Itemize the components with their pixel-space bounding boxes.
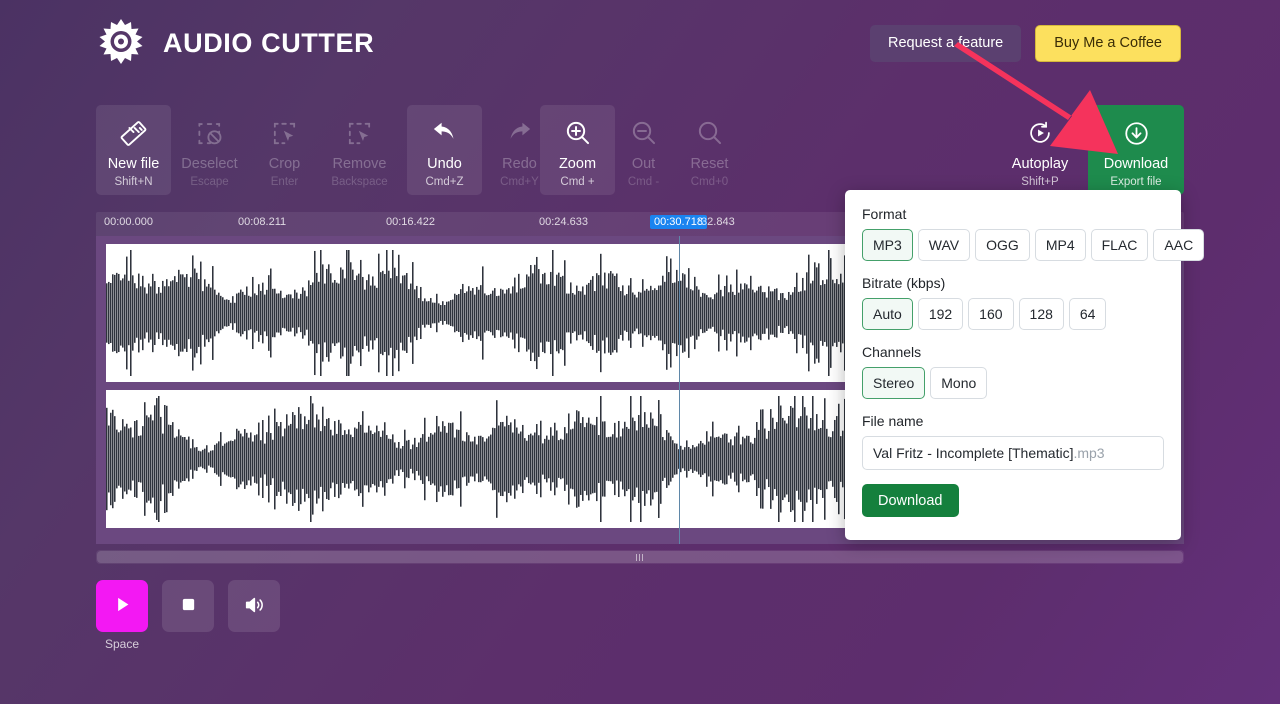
- app-header: AUDIO CUTTER Request a feature Buy Me a …: [0, 0, 1280, 88]
- scrollbar-grip[interactable]: [636, 554, 644, 561]
- zoom-in-icon: [564, 117, 592, 149]
- playhead-cursor[interactable]: [679, 236, 680, 544]
- play-shortcut: Space: [104, 637, 140, 651]
- tool-shortcut: Cmd +: [560, 176, 595, 188]
- tool-new-file[interactable]: New file Shift+N: [96, 105, 171, 195]
- format-option-flac[interactable]: FLAC: [1090, 229, 1149, 261]
- filename-label: File name: [862, 413, 924, 429]
- horizontal-scrollbar[interactable]: [96, 550, 1184, 564]
- autoplay-icon: [1027, 117, 1053, 149]
- transport-controls: Space: [96, 580, 280, 651]
- tool-download[interactable]: Download Export file: [1088, 105, 1184, 195]
- bitrate-option-128[interactable]: 128: [1018, 298, 1064, 330]
- filename-extension: .mp3: [1073, 445, 1105, 461]
- tool-undo[interactable]: Undo Cmd+Z: [407, 105, 482, 195]
- stop-button[interactable]: [162, 580, 214, 632]
- volume-icon: [243, 594, 265, 619]
- tool-shortcut: Cmd+Z: [425, 176, 464, 188]
- timeline-tick: 00:08.211: [238, 216, 287, 228]
- tool-deselect[interactable]: Deselect Escape: [172, 105, 247, 195]
- tool-label: Reset: [690, 156, 729, 172]
- channel-option-mono[interactable]: Mono: [930, 367, 988, 399]
- filename-value: Val Fritz - Incomplete [Thematic]: [873, 445, 1074, 461]
- magnifier-icon: [696, 117, 724, 149]
- bitrate-option-auto[interactable]: Auto: [862, 298, 913, 330]
- tool-label: Autoplay: [1011, 156, 1069, 172]
- tool-label: Crop: [268, 156, 301, 172]
- zoom-out-icon: [630, 117, 658, 149]
- export-settings-panel: Format MP3 WAV OGG MP4 FLAC AAC Bitrate …: [845, 190, 1205, 540]
- timeline-tick: 00:24.633: [539, 216, 588, 228]
- play-icon: [113, 595, 132, 617]
- tool-label: Zoom: [558, 156, 597, 172]
- tool-label: Out: [631, 156, 656, 172]
- timeline-tick: :32.843: [698, 216, 735, 228]
- format-option-wav[interactable]: WAV: [917, 229, 971, 261]
- remove-icon: [346, 117, 373, 149]
- filename-input[interactable]: Val Fritz - Incomplete [Thematic] .mp3: [862, 436, 1164, 470]
- format-options: MP3 WAV OGG MP4 FLAC AAC: [862, 229, 1205, 261]
- ruler-icon: [120, 117, 147, 149]
- undo-arrow-icon: [430, 117, 459, 149]
- header-actions: Request a feature Buy Me a Coffee: [869, 25, 1181, 62]
- tool-zoom-reset[interactable]: Reset Cmd+0: [672, 105, 747, 195]
- tool-shortcut: Enter: [270, 176, 299, 188]
- crop-icon: [271, 117, 298, 149]
- format-option-mp4[interactable]: MP4: [1034, 229, 1086, 261]
- tool-shortcut: Shift+P: [1021, 176, 1059, 188]
- tool-shortcut: Cmd -: [627, 176, 660, 188]
- volume-button[interactable]: [228, 580, 280, 632]
- bitrate-option-192[interactable]: 192: [917, 298, 964, 330]
- bitrate-option-160[interactable]: 160: [968, 298, 1014, 330]
- tool-zoom-in[interactable]: Zoom Cmd +: [540, 105, 615, 195]
- tool-shortcut: Cmd+Y: [500, 176, 539, 188]
- deselect-icon: [196, 117, 223, 149]
- tool-crop[interactable]: Crop Enter: [247, 105, 322, 195]
- stop-icon: [180, 596, 197, 616]
- tool-label: Undo: [427, 156, 462, 172]
- timeline-tick: 00:16.422: [386, 216, 435, 228]
- format-option-ogg[interactable]: OGG: [975, 229, 1030, 261]
- redo-arrow-icon: [505, 117, 534, 149]
- tool-label: Deselect: [181, 156, 238, 172]
- tool-label: Remove: [332, 156, 387, 172]
- app-title: AUDIO CUTTER: [163, 27, 375, 58]
- editor-toolbar: New file Shift+N Deselect Escape Crop En…: [96, 105, 1184, 195]
- bitrate-label: Bitrate (kbps): [862, 275, 946, 291]
- tool-autoplay[interactable]: Autoplay Shift+P: [992, 105, 1088, 195]
- gear-audio-icon: [96, 18, 146, 68]
- tool-shortcut: Cmd+0: [690, 176, 729, 188]
- tool-shortcut: Backspace: [331, 176, 388, 188]
- play-button[interactable]: [96, 580, 148, 632]
- channel-option-stereo[interactable]: Stereo: [862, 367, 926, 399]
- channels-label: Channels: [862, 344, 922, 360]
- buy-me-a-coffee-button[interactable]: Buy Me a Coffee: [1035, 25, 1181, 62]
- filename-field-wrap: Val Fritz - Incomplete [Thematic] .mp3: [862, 436, 1164, 470]
- tool-shortcut: Export file: [1110, 176, 1162, 188]
- format-label: Format: [862, 206, 907, 222]
- channel-options: Stereo Mono: [862, 367, 1164, 399]
- format-option-mp3[interactable]: MP3: [862, 229, 913, 261]
- format-option-aac[interactable]: AAC: [1153, 229, 1205, 261]
- timeline-tick: 00:00.000: [104, 216, 153, 228]
- download-circle-icon: [1123, 117, 1150, 149]
- bitrate-option-64[interactable]: 64: [1068, 298, 1107, 330]
- tool-label: New file: [107, 156, 160, 172]
- tool-shortcut: Escape: [190, 176, 229, 188]
- app-logo: AUDIO CUTTER: [96, 18, 374, 68]
- request-feature-button[interactable]: Request a feature: [869, 25, 1022, 62]
- scrollbar-thumb[interactable]: [97, 551, 1183, 563]
- bitrate-options: Auto 192 160 128 64: [862, 298, 1164, 330]
- tool-remove[interactable]: Remove Backspace: [322, 105, 397, 195]
- panel-download-button[interactable]: Download: [862, 484, 959, 517]
- tool-zoom-out[interactable]: Out Cmd -: [606, 105, 681, 195]
- tool-shortcut: Shift+N: [114, 176, 153, 188]
- tool-label: Redo: [502, 156, 537, 172]
- tool-label: Download: [1103, 156, 1169, 172]
